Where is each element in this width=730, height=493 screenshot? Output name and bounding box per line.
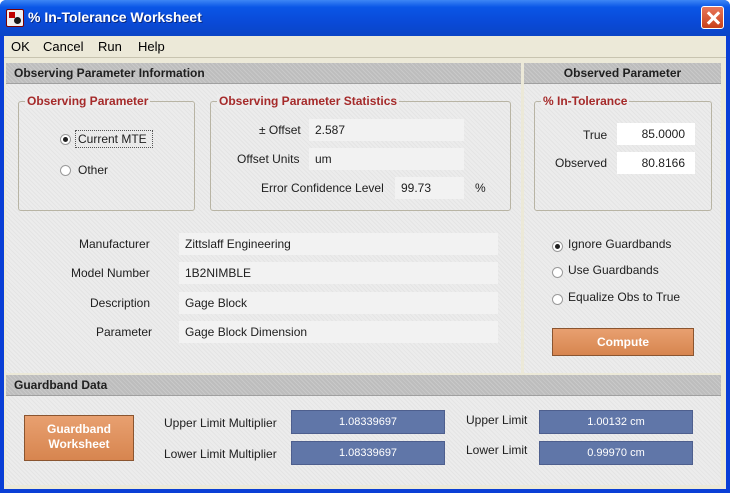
panel-body: % In-Tolerance True 85.0000 Observed 80.… bbox=[524, 84, 721, 373]
panel-body: Observing Parameter Current MTE Other Ob… bbox=[6, 84, 521, 373]
current-mte-radio[interactable] bbox=[60, 134, 71, 145]
description-label: Description bbox=[90, 296, 151, 310]
true-label: True bbox=[583, 128, 608, 142]
app-icon bbox=[6, 9, 24, 27]
guardband-worksheet-button[interactable]: Guardband Worksheet bbox=[24, 415, 134, 461]
menu-bar: OK Cancel Run Help bbox=[4, 36, 726, 58]
lower-limit-multiplier-field[interactable]: 1.08339697 bbox=[291, 441, 445, 465]
close-icon[interactable] bbox=[701, 6, 724, 29]
menu-help[interactable]: Help bbox=[138, 39, 165, 54]
observed-value-field[interactable]: 80.8166 bbox=[617, 152, 695, 174]
error-confidence-label: Error Confidence Level bbox=[261, 181, 384, 195]
in-tolerance-group: % In-Tolerance True 85.0000 Observed 80.… bbox=[534, 94, 712, 211]
percent-unit: % bbox=[475, 181, 486, 195]
upper-limit-multiplier-field[interactable]: 1.08339697 bbox=[291, 410, 445, 434]
panel-header: Observed Parameter bbox=[524, 63, 721, 84]
manufacturer-field[interactable]: Zittslaff Engineering bbox=[179, 233, 498, 255]
observing-parameter-statistics-group: Observing Parameter Statistics ± Offset … bbox=[210, 94, 511, 211]
ignore-guardbands-label[interactable]: Ignore Guardbands bbox=[568, 237, 671, 251]
guardband-data-panel: Guardband Data Guardband Worksheet Upper… bbox=[6, 375, 721, 485]
error-confidence-field[interactable]: 99.73 bbox=[395, 177, 464, 199]
offset-units-field[interactable]: um bbox=[309, 148, 464, 170]
equalize-obs-radio[interactable] bbox=[552, 294, 563, 305]
offset-units-label: Offset Units bbox=[237, 152, 300, 166]
panel-header: Guardband Data bbox=[6, 375, 721, 396]
current-mte-label[interactable]: Current MTE bbox=[78, 132, 147, 146]
observed-label: Observed bbox=[555, 156, 608, 170]
use-guardbands-radio[interactable] bbox=[552, 267, 563, 278]
upper-limit-field[interactable]: 1.00132 cm bbox=[539, 410, 693, 434]
description-field[interactable]: Gage Block bbox=[179, 292, 498, 314]
parameter-field[interactable]: Gage Block Dimension bbox=[179, 321, 498, 343]
group-title: Observing Parameter Statistics bbox=[217, 94, 400, 108]
lower-limit-multiplier-label: Lower Limit Multiplier bbox=[164, 447, 277, 461]
compute-button-label: Compute bbox=[597, 335, 649, 349]
other-label[interactable]: Other bbox=[78, 163, 108, 177]
menu-cancel[interactable]: Cancel bbox=[43, 39, 83, 54]
lower-limit-field[interactable]: 0.99970 cm bbox=[539, 441, 693, 465]
use-guardbands-label[interactable]: Use Guardbands bbox=[568, 263, 659, 277]
model-number-field[interactable]: 1B2NIMBLE bbox=[179, 262, 498, 284]
window-title: % In-Tolerance Worksheet bbox=[28, 9, 202, 25]
manufacturer-label: Manufacturer bbox=[79, 237, 150, 251]
true-value-field[interactable]: 85.0000 bbox=[617, 123, 695, 145]
offset-field[interactable]: 2.587 bbox=[309, 119, 464, 141]
menu-run[interactable]: Run bbox=[98, 39, 122, 54]
offset-label: ± Offset bbox=[259, 123, 301, 137]
app-window: % In-Tolerance Worksheet OK Cancel Run H… bbox=[0, 0, 730, 493]
model-number-label: Model Number bbox=[71, 266, 150, 280]
other-radio[interactable] bbox=[60, 165, 71, 176]
compute-button[interactable]: Compute bbox=[552, 328, 694, 356]
guardband-button-line1: Guardband bbox=[46, 422, 111, 436]
observing-parameter-info-panel: Observing Parameter Information Observin… bbox=[6, 63, 521, 373]
upper-limit-multiplier-label: Upper Limit Multiplier bbox=[164, 416, 277, 430]
group-title: % In-Tolerance bbox=[541, 94, 630, 108]
lower-limit-label: Lower Limit bbox=[466, 443, 528, 457]
title-bar[interactable]: % In-Tolerance Worksheet bbox=[0, 0, 730, 36]
upper-limit-label: Upper Limit bbox=[466, 413, 528, 427]
guardband-button-line2: Worksheet bbox=[48, 437, 110, 451]
ignore-guardbands-radio[interactable] bbox=[552, 241, 563, 252]
parameter-label: Parameter bbox=[96, 325, 153, 339]
menu-ok[interactable]: OK bbox=[11, 39, 30, 54]
client-area: OK Cancel Run Help Observing Parameter I… bbox=[4, 36, 726, 489]
panel-body: Guardband Worksheet Upper Limit Multipli… bbox=[6, 396, 721, 485]
panel-header: Observing Parameter Information bbox=[6, 63, 521, 84]
equalize-obs-label[interactable]: Equalize Obs to True bbox=[568, 290, 680, 304]
group-title: Observing Parameter bbox=[25, 94, 151, 108]
observed-parameter-panel: Observed Parameter % In-Tolerance True 8… bbox=[524, 63, 721, 373]
observing-parameter-group: Observing Parameter Current MTE Other bbox=[18, 94, 195, 211]
